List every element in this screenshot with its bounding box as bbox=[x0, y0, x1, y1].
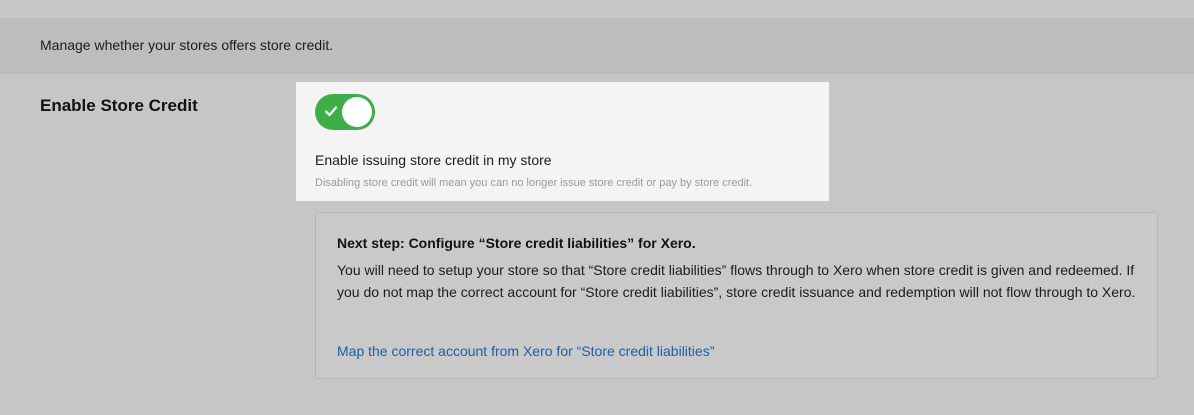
setting-label: Enable Store Credit bbox=[40, 96, 198, 115]
toggle-option-title: Enable issuing store credit in my store bbox=[315, 152, 552, 168]
enable-store-credit-toggle[interactable] bbox=[315, 94, 375, 130]
toggle-option-help: Disabling store credit will mean you can… bbox=[315, 177, 753, 189]
store-credit-toggle-card: Enable issuing store credit in my store … bbox=[296, 82, 829, 201]
toggle-knob bbox=[342, 97, 372, 127]
top-strip bbox=[0, 0, 1194, 18]
next-step-body: You will need to setup your store so tha… bbox=[337, 262, 1136, 300]
check-icon bbox=[324, 106, 338, 117]
page-description: Manage whether your stores offers store … bbox=[40, 37, 334, 53]
map-account-link[interactable]: Map the correct account from Xero for “S… bbox=[337, 343, 714, 359]
description-bar: Manage whether your stores offers store … bbox=[0, 18, 1194, 74]
next-step-heading: Next step: Configure “Store credit liabi… bbox=[337, 235, 696, 251]
next-step-info-box: Next step: Configure “Store credit liabi… bbox=[315, 212, 1158, 379]
